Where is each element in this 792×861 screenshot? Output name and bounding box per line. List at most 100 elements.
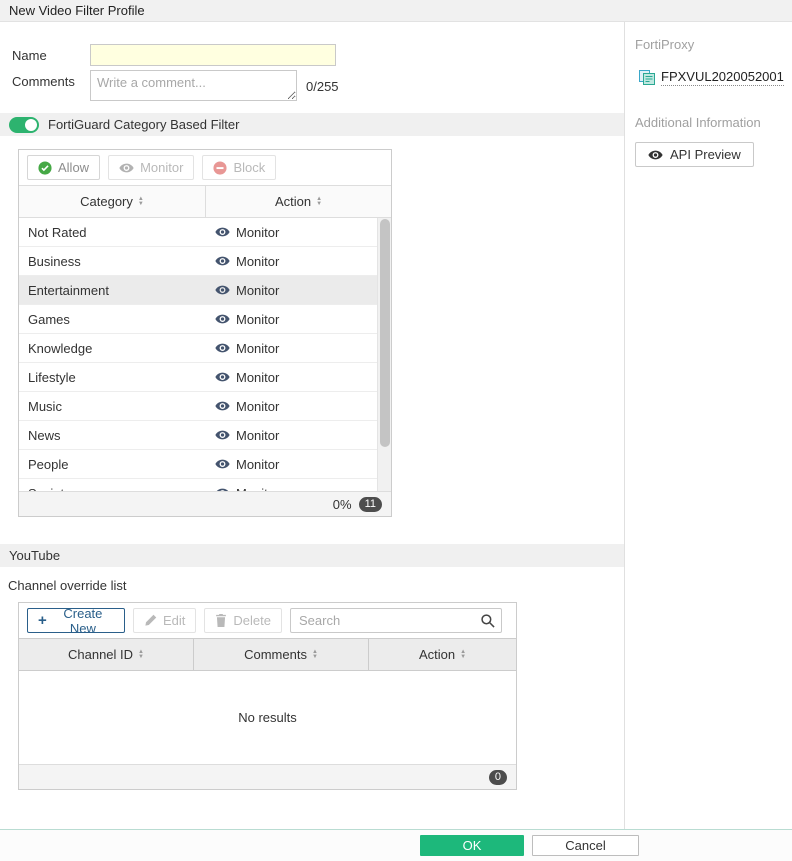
- category-row[interactable]: Not Rated Monitor: [19, 218, 377, 247]
- action-label: Monitor: [236, 312, 279, 327]
- delete-button[interactable]: Delete: [204, 608, 282, 633]
- category-row[interactable]: EntertainmentMonitor: [19, 276, 377, 305]
- channel-table-header: Channel ID ▲▼ Comments ▲▼ Action ▲▼: [19, 638, 516, 671]
- sort-icon: ▲▼: [460, 650, 466, 660]
- edit-button[interactable]: Edit: [133, 608, 196, 633]
- category-row[interactable]: MusicMonitor: [19, 392, 377, 421]
- comments-input[interactable]: [90, 70, 297, 101]
- category-column-label: Category: [80, 194, 133, 209]
- monitor-eye-icon: [215, 371, 230, 383]
- fortiguard-toggle[interactable]: [9, 117, 39, 133]
- category-count-badge: 11: [359, 497, 382, 512]
- category-row[interactable]: KnowledgeMonitor: [19, 334, 377, 363]
- sort-icon: ▲▼: [138, 197, 144, 207]
- monitor-eye-icon: [215, 400, 230, 412]
- action-column-label: Action: [275, 194, 311, 209]
- load-percent: 0%: [333, 497, 352, 512]
- category-row[interactable]: SocietyMonitor: [19, 479, 377, 491]
- comments-label: Comments: [12, 70, 90, 89]
- category-row[interactable]: NewsMonitor: [19, 421, 377, 450]
- action-cell[interactable]: Monitor: [206, 341, 377, 356]
- action-column-header[interactable]: Action ▲▼: [206, 186, 391, 217]
- channel-count-badge: 0: [489, 770, 507, 785]
- category-table-header: Category ▲▼ Action ▲▼: [19, 185, 391, 218]
- monitor-eye-icon: [215, 284, 230, 296]
- device-name-link[interactable]: FPXVUL2020052001: [661, 69, 784, 86]
- fortiproxy-device-icon: [639, 70, 655, 85]
- category-table-scrollbar[interactable]: [377, 218, 391, 491]
- monitor-eye-icon: [215, 429, 230, 441]
- action-cell[interactable]: Monitor: [206, 486, 377, 492]
- category-table-panel: Allow Monitor Block Category ▲▼: [18, 149, 392, 517]
- category-cell: Not Rated: [19, 225, 206, 240]
- block-button-label: Block: [233, 160, 265, 175]
- action-cell[interactable]: Monitor: [206, 428, 377, 443]
- channel-toolbar: + Create New Edit Delete: [19, 603, 516, 638]
- trash-icon: [215, 614, 227, 627]
- api-preview-button[interactable]: API Preview: [635, 142, 754, 167]
- action-cell[interactable]: Monitor: [206, 399, 377, 414]
- cancel-button[interactable]: Cancel: [532, 835, 639, 856]
- block-button[interactable]: Block: [202, 155, 276, 180]
- action-column-header[interactable]: Action ▲▼: [369, 639, 516, 670]
- monitor-button-label: Monitor: [140, 160, 183, 175]
- category-cell: Knowledge: [19, 341, 206, 356]
- action-label: Monitor: [236, 428, 279, 443]
- action-label: Monitor: [236, 225, 279, 240]
- action-cell[interactable]: Monitor: [206, 312, 377, 327]
- search-box: [290, 608, 502, 633]
- ok-button[interactable]: OK: [420, 835, 524, 856]
- name-row: Name: [12, 44, 624, 66]
- category-column-header[interactable]: Category ▲▼: [19, 186, 206, 217]
- channel-id-column-label: Channel ID: [68, 647, 133, 662]
- category-toolbar: Allow Monitor Block: [19, 150, 391, 185]
- category-row[interactable]: BusinessMonitor: [19, 247, 377, 276]
- allow-button[interactable]: Allow: [27, 155, 100, 180]
- video-filter-profile-window: New Video Filter Profile Name Comments 0…: [0, 0, 792, 861]
- category-row[interactable]: GamesMonitor: [19, 305, 377, 334]
- profile-form: Name Comments 0/255: [0, 22, 624, 101]
- action-label: Monitor: [236, 457, 279, 472]
- action-cell[interactable]: Monitor: [206, 225, 377, 240]
- comments-column-header[interactable]: Comments ▲▼: [194, 639, 369, 670]
- category-cell: Lifestyle: [19, 370, 206, 385]
- action-cell[interactable]: Monitor: [206, 283, 377, 298]
- channel-override-list-label: Channel override list: [8, 578, 624, 593]
- device-row: FPXVUL2020052001: [639, 69, 784, 86]
- action-cell[interactable]: Monitor: [206, 370, 377, 385]
- category-cell: Entertainment: [19, 283, 206, 298]
- channel-id-column-header[interactable]: Channel ID ▲▼: [19, 639, 194, 670]
- comments-counter: 0/255: [306, 70, 339, 94]
- fortiproxy-label: FortiProxy: [635, 37, 784, 52]
- name-input[interactable]: [90, 44, 336, 66]
- action-cell[interactable]: Monitor: [206, 254, 377, 269]
- window-title: New Video Filter Profile: [9, 3, 145, 18]
- monitor-eye-icon: [215, 313, 230, 325]
- search-icon[interactable]: [473, 609, 501, 632]
- category-table-body: Not RatedMonitorBusinessMonitorEntertain…: [19, 218, 391, 491]
- create-new-button[interactable]: + Create New: [27, 608, 125, 633]
- right-sidebar: FortiProxy FPXVUL2020052001 Additional I…: [625, 22, 792, 829]
- search-input[interactable]: [291, 613, 473, 628]
- action-cell[interactable]: Monitor: [206, 457, 377, 472]
- monitor-eye-icon: [215, 458, 230, 470]
- delete-button-label: Delete: [233, 613, 271, 628]
- youtube-section-bar: YouTube: [0, 544, 624, 567]
- channel-table-body: No results: [19, 671, 516, 764]
- comments-column-label: Comments: [244, 647, 307, 662]
- action-label: Monitor: [236, 399, 279, 414]
- category-row[interactable]: PeopleMonitor: [19, 450, 377, 479]
- create-new-label: Create New: [52, 606, 114, 636]
- action-label: Monitor: [236, 486, 279, 492]
- scrollbar-thumb[interactable]: [380, 219, 390, 447]
- monitor-eye-icon: [215, 255, 230, 267]
- monitor-button[interactable]: Monitor: [108, 155, 194, 180]
- pencil-icon: [144, 614, 157, 627]
- action-column-label: Action: [419, 647, 455, 662]
- allow-check-icon: [38, 161, 52, 175]
- allow-button-label: Allow: [58, 160, 89, 175]
- plus-icon: +: [38, 613, 47, 628]
- category-row[interactable]: LifestyleMonitor: [19, 363, 377, 392]
- sort-icon: ▲▼: [312, 650, 318, 660]
- category-table-footer: 0% 11: [19, 491, 391, 516]
